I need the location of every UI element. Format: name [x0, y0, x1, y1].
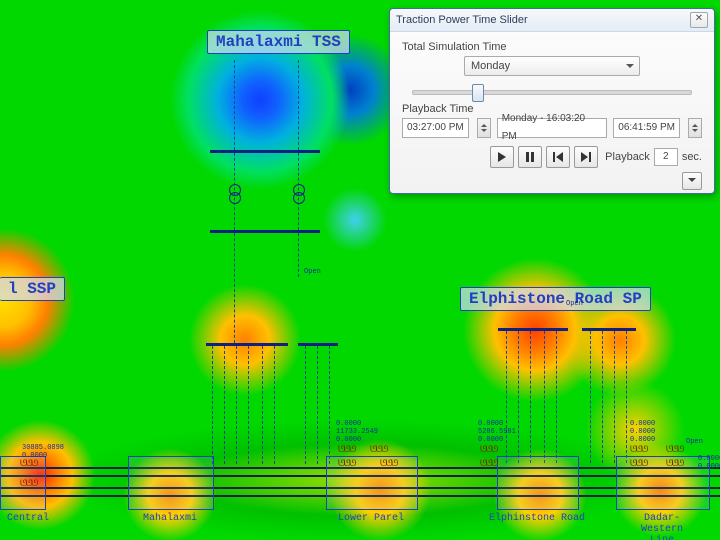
- at-icon: ᘎᘎᘎ: [370, 444, 394, 456]
- time-slider-dialog[interactable]: Traction Power Time Slider ✕ Total Simul…: [389, 8, 715, 194]
- play-button[interactable]: [490, 146, 514, 168]
- drop: [236, 346, 237, 464]
- at-icon: ᘎᘎᘎ: [480, 444, 504, 456]
- slider-track: [412, 90, 692, 95]
- open-label: Open: [566, 300, 583, 308]
- step-back-button[interactable]: [546, 146, 570, 168]
- tss-feeder-1: [234, 60, 235, 150]
- station-label: Dadar-Western Line: [633, 513, 691, 540]
- station-label: Mahalaxmi: [143, 513, 197, 524]
- drop: [317, 346, 318, 464]
- readout: 0.0000: [336, 436, 361, 444]
- bus-tss-b: [210, 230, 320, 233]
- readout: 30885.0898: [22, 444, 64, 452]
- playback-speed-input[interactable]: 2: [654, 148, 678, 166]
- station-box-mahalaxmi: [128, 456, 214, 510]
- at-icon: ᘎᘎᘎ: [338, 458, 362, 470]
- open-label: Open: [304, 268, 321, 276]
- dialog-title-text: Traction Power Time Slider: [396, 14, 528, 26]
- readout: 0.0000: [630, 436, 655, 444]
- readout: 0.0000: [630, 420, 655, 428]
- heatmap-canvas: Mahalaxmi TSS l SSP Elphistone Road SP O…: [0, 0, 720, 540]
- tss-feeder-2: [298, 60, 299, 150]
- drop: [614, 331, 615, 463]
- drop: [329, 346, 330, 464]
- station-box-elphinstone: [497, 456, 579, 510]
- start-time-text: 03:27:00 PM: [407, 119, 464, 137]
- drop: [212, 346, 213, 464]
- drop: [248, 346, 249, 464]
- drop: [530, 331, 531, 463]
- at-icon: ᘎᘎᘎ: [630, 458, 654, 470]
- label-elphistone-sp: Elphistone Road SP: [460, 287, 651, 311]
- dialog-body: Total Simulation Time Monday Playback Ti…: [390, 32, 714, 201]
- readout: 0.0000: [698, 463, 720, 471]
- close-button[interactable]: ✕: [690, 12, 708, 28]
- transformer-icon: [227, 184, 241, 204]
- drop: [518, 331, 519, 463]
- total-sim-label: Total Simulation Time: [402, 41, 507, 53]
- station-label: i Central: [0, 513, 49, 524]
- at-icon: ᘎᘎᘎ: [20, 478, 44, 490]
- step-forward-button[interactable]: [574, 146, 598, 168]
- current-time: Monday - 16:03:20 PM: [497, 118, 608, 138]
- drop: [602, 331, 603, 463]
- start-time[interactable]: 03:27:00 PM: [402, 118, 469, 138]
- playback-word: Playback: [605, 151, 650, 163]
- tss-drop-2: [298, 233, 299, 277]
- at-icon: ᘎᘎᘎ: [380, 458, 404, 470]
- drop: [556, 331, 557, 463]
- bus-mahalaxmi-b: [298, 343, 338, 346]
- transformer-icon: [291, 184, 305, 204]
- drop: [506, 331, 507, 463]
- end-time-text: 06:41:59 PM: [618, 119, 675, 137]
- drop: [224, 346, 225, 464]
- pause-button[interactable]: [518, 146, 542, 168]
- playback-unit: sec.: [682, 151, 702, 163]
- at-icon: ᘎᘎᘎ: [630, 444, 654, 456]
- at-icon: ᘎᘎᘎ: [338, 444, 362, 456]
- end-time[interactable]: 06:41:59 PM: [613, 118, 680, 138]
- readout: 0.0000: [478, 420, 503, 428]
- at-icon: ᘎᘎᘎ: [480, 458, 504, 470]
- open-label: Open: [686, 438, 703, 446]
- readout: 0.0000: [22, 452, 47, 460]
- drop: [626, 331, 627, 463]
- time-slider[interactable]: [412, 82, 692, 100]
- spinner-icon[interactable]: [688, 118, 702, 138]
- readout: 5286.5981: [478, 428, 516, 436]
- bus-mahalaxmi-a: [206, 343, 288, 346]
- playback-label: Playback Time: [402, 103, 474, 115]
- station-label: Elphinstone Road: [489, 513, 585, 524]
- drop: [262, 346, 263, 464]
- drop: [274, 346, 275, 464]
- label-ssp: l SSP: [0, 277, 65, 301]
- bus-sp-a: [498, 328, 568, 331]
- options-dropdown-button[interactable]: [682, 172, 702, 190]
- readout: 11733.2549: [336, 428, 378, 436]
- slider-thumb[interactable]: [472, 84, 484, 102]
- spinner-icon[interactable]: [477, 118, 491, 138]
- readout: 0.0000: [336, 420, 361, 428]
- dialog-titlebar[interactable]: Traction Power Time Slider ✕: [390, 9, 714, 32]
- station-label: Lower Parel: [338, 513, 404, 524]
- drop: [305, 346, 306, 464]
- readout: 0.0000: [478, 436, 503, 444]
- drop: [590, 331, 591, 463]
- readout: 0.0000: [698, 455, 720, 463]
- readout: 0.0000: [630, 428, 655, 436]
- mode-select[interactable]: Monday: [464, 56, 640, 76]
- at-icon: ᘎᘎᘎ: [666, 458, 690, 470]
- drop: [544, 331, 545, 463]
- tss-drop-1: [234, 233, 235, 343]
- label-mahalaxmi-tss: Mahalaxmi TSS: [207, 30, 350, 54]
- bus-tss-a: [210, 150, 320, 153]
